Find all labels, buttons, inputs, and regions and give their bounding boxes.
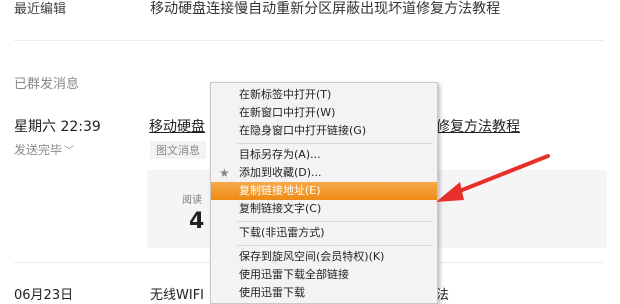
- divider: [14, 40, 604, 41]
- recent-edit-row: 最近编辑 移动硬盘连接慢自动重新分区屏蔽出现坏道修复方法教程: [14, 0, 500, 18]
- menu-item-label: 复制链接地址(E): [239, 184, 321, 197]
- read-count: 4: [189, 209, 205, 234]
- menu-item-label: 使用迅雷下载: [239, 286, 305, 299]
- menu-item-open-incognito[interactable]: 在隐身窗口中打开链接(G): [211, 122, 437, 140]
- article-title-link[interactable]: 移动硬盘: [149, 116, 205, 136]
- message-date: 星期六 22:39: [14, 119, 101, 135]
- annotation-arrow-icon: [436, 154, 550, 202]
- star-icon: ★: [219, 166, 230, 180]
- menu-item-save-target-as[interactable]: 目标另存为(A)...: [211, 146, 437, 164]
- menu-separator: [237, 245, 433, 246]
- recent-edit-label: 最近编辑: [14, 2, 67, 17]
- menu-item-thunder-download-all[interactable]: 使用迅雷下载全部链接: [211, 266, 437, 284]
- read-label: 阅读: [182, 195, 202, 206]
- context-menu: 在新标签中打开(T) 在新窗口中打开(W) 在隐身窗口中打开链接(G) 目标另存…: [210, 82, 438, 304]
- menu-item-label: 在新标签中打开(T): [239, 88, 332, 101]
- menu-item-thunder-download[interactable]: 使用迅雷下载: [211, 284, 437, 302]
- menu-item-open-new-window[interactable]: 在新窗口中打开(W): [211, 104, 437, 122]
- menu-item-label: 目标另存为(A)...: [239, 148, 321, 161]
- menu-item-label: 复制链接文字(C): [239, 202, 322, 215]
- menu-separator: [237, 221, 433, 222]
- sent-messages-label: 已群发消息: [14, 77, 80, 92]
- recent-edit-title[interactable]: 移动硬盘连接慢自动重新分区屏蔽出现坏道修复方法教程: [150, 1, 500, 17]
- menu-item-label: 在新窗口中打开(W): [239, 106, 336, 119]
- send-status[interactable]: 发送完毕 ﹀: [14, 141, 74, 158]
- menu-item-download[interactable]: 下载(非迅雷方式): [211, 224, 437, 242]
- menu-item-copy-link-text[interactable]: 复制链接文字(C): [211, 200, 437, 218]
- chevron-down-icon: ﹀: [64, 146, 75, 157]
- send-status-text: 发送完毕: [14, 143, 63, 157]
- menu-item-open-new-tab[interactable]: 在新标签中打开(T): [211, 86, 437, 104]
- menu-item-label: 添加到收藏(D)...: [239, 166, 322, 179]
- menu-item-add-favorite[interactable]: ★ 添加到收藏(D)...: [211, 164, 437, 182]
- menu-item-label: 在隐身窗口中打开链接(G): [239, 124, 367, 137]
- menu-item-label: 保存到旋风空间(会员特权)(K): [239, 250, 385, 263]
- menu-item-label: 下载(非迅雷方式): [239, 226, 325, 239]
- menu-item-save-to-xuanfeng[interactable]: 保存到旋风空间(会员特权)(K): [211, 248, 437, 266]
- menu-separator: [237, 143, 433, 144]
- menu-item-copy-link-address[interactable]: 复制链接地址(E): [211, 182, 437, 200]
- article-title-link-tail[interactable]: 修复方法教程: [436, 116, 520, 136]
- menu-item-label: 使用迅雷下载全部链接: [239, 268, 349, 281]
- message-type-tag: 图文消息: [150, 141, 206, 159]
